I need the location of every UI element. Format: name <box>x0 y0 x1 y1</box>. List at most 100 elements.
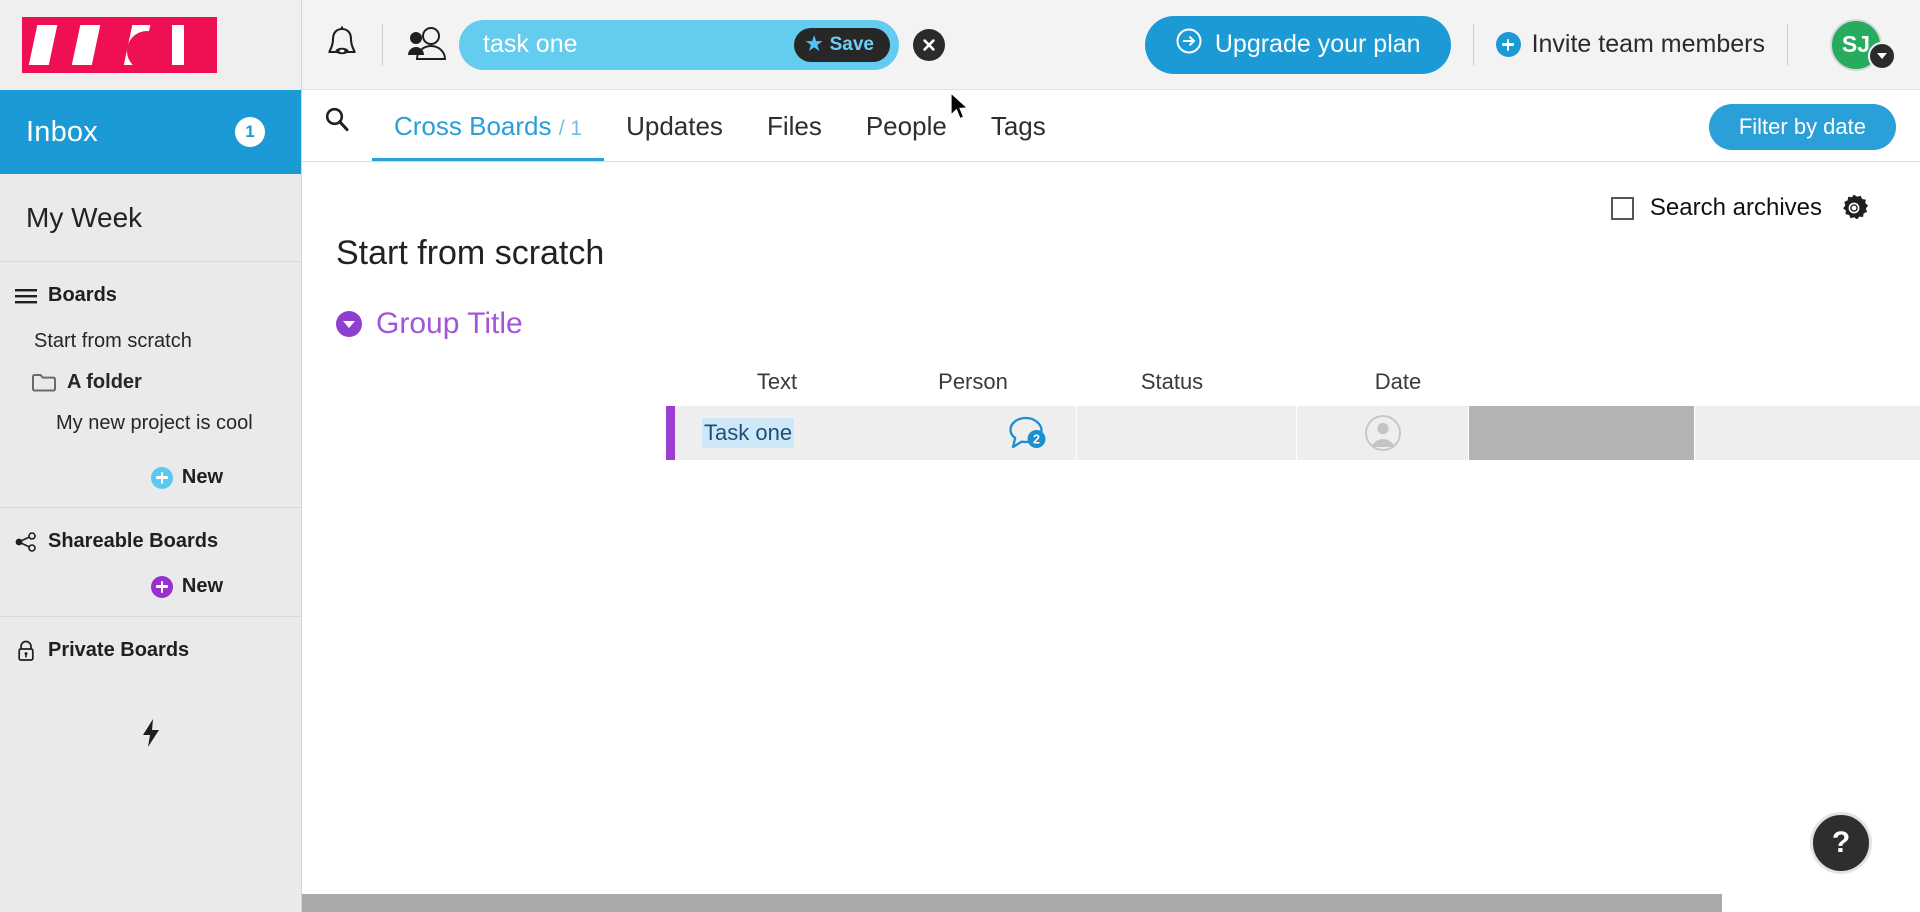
upgrade-plan-label: Upgrade your plan <box>1214 30 1421 58</box>
tab-cross-boards[interactable]: Cross Boards / 1 <box>372 111 605 161</box>
updates-count: 2 <box>1033 433 1040 447</box>
sidebar-section-private: Private Boards <box>0 617 301 771</box>
plus-circle-icon <box>150 575 173 598</box>
content-area: Search archives Start from scratch Group… <box>302 162 1920 912</box>
invite-team-members-button[interactable]: Invite team members <box>1495 30 1765 59</box>
top-bar: ★ Save Upgrade y <box>302 0 1920 90</box>
hamburger-icon <box>14 285 38 307</box>
tab-label: Updates <box>626 111 723 141</box>
help-button[interactable]: ? <box>1810 812 1872 874</box>
team-people-icon[interactable] <box>405 25 453 65</box>
logo-bar <box>0 0 301 90</box>
arrow-circle-right-icon <box>1175 27 1203 62</box>
folder-label: A folder <box>67 371 142 393</box>
shareable-section-header[interactable]: Shareable Boards <box>0 530 301 553</box>
updates-chat-icon[interactable]: 2 <box>1008 416 1048 450</box>
sidebar-item-inbox[interactable]: Inbox 1 <box>0 90 301 174</box>
folder-icon <box>32 372 56 394</box>
tab-label: People <box>865 111 947 141</box>
upgrade-plan-button[interactable]: Upgrade your plan <box>1144 15 1451 74</box>
lightning-bolt-icon <box>140 718 162 753</box>
boards-new-label: New <box>181 466 223 488</box>
search-icon[interactable] <box>302 90 372 161</box>
sidebar-board-my-new-project[interactable]: My new project is cool <box>0 403 301 444</box>
boards-section-header[interactable]: Boards <box>0 284 301 307</box>
top-bar-divider-1 <box>382 23 383 66</box>
tab-bar: Cross Boards / 1 Updates Files People Ta… <box>302 90 1920 162</box>
app-root: Inbox 1 My Week Boards Start from scratc… <box>0 0 1920 912</box>
person-placeholder-icon <box>1364 414 1402 452</box>
sidebar-section-shareable: Shareable Boards New <box>0 508 301 617</box>
tab-label: Tags <box>990 111 1046 141</box>
board-label: Start from scratch <box>34 330 192 352</box>
boards-new-button[interactable]: New <box>0 466 301 489</box>
board-label: My new project is cool <box>56 412 253 434</box>
horizontal-scrollbar[interactable] <box>302 894 1920 912</box>
horizontal-scrollbar-thumb[interactable] <box>302 894 1722 912</box>
global-search-bar[interactable]: ★ Save <box>459 19 899 70</box>
sidebar-folder-a-folder[interactable]: A folder <box>0 362 301 403</box>
main-area: ★ Save Upgrade y <box>302 0 1920 912</box>
invite-label: Invite team members <box>1531 30 1765 58</box>
board-table: Text Person Status Date Task one 2 <box>302 355 1920 460</box>
user-menu[interactable]: SJ <box>1830 18 1896 71</box>
shareable-section-label: Shareable Boards <box>48 530 219 552</box>
filter-label: Filter by date <box>1738 114 1866 139</box>
gear-icon[interactable] <box>1838 192 1870 224</box>
private-section-label: Private Boards <box>48 639 190 661</box>
plus-circle-icon <box>1495 32 1521 57</box>
row-cell-person[interactable] <box>1296 406 1468 460</box>
table-header-row: Text Person Status Date <box>302 355 1920 395</box>
column-header-date[interactable]: Date <box>1285 369 1511 395</box>
sidebar-section-boards: Boards Start from scratch A folder My ne… <box>0 262 301 508</box>
shareable-new-button[interactable]: New <box>0 575 301 598</box>
automations-bolt-button[interactable] <box>0 676 301 753</box>
tab-updates[interactable]: Updates <box>604 111 745 161</box>
group-header: Group Title <box>302 273 1920 341</box>
sidebar-item-my-week[interactable]: My Week <box>0 174 301 262</box>
collapse-group-caret-icon[interactable] <box>336 311 362 337</box>
group-title[interactable]: Group Title <box>376 307 523 341</box>
tab-people[interactable]: People <box>844 111 969 161</box>
sidebar: Inbox 1 My Week Boards Start from scratc… <box>0 0 302 912</box>
save-search-button[interactable]: ★ Save <box>793 27 890 62</box>
search-input[interactable] <box>483 30 794 59</box>
filter-by-date-button[interactable]: Filter by date <box>1708 104 1896 150</box>
tab-label: Cross Boards <box>394 111 552 141</box>
inbox-label: Inbox <box>26 115 98 148</box>
star-icon: ★ <box>805 34 823 55</box>
sidebar-board-start-from-scratch[interactable]: Start from scratch <box>0 321 301 362</box>
notifications-bell-icon[interactable] <box>324 25 360 65</box>
column-header-status[interactable]: Status <box>1059 369 1285 395</box>
row-color-accent <box>666 406 675 460</box>
page-title: Start from scratch <box>336 234 605 272</box>
row-cell-date[interactable] <box>1694 406 1920 460</box>
table-row[interactable]: Task one 2 <box>302 406 1920 460</box>
task-name[interactable]: Task one <box>702 418 795 448</box>
top-bar-divider-3 <box>1787 23 1788 66</box>
row-cell-status[interactable] <box>1468 406 1694 460</box>
my-week-label: My Week <box>26 201 143 233</box>
plus-circle-icon <box>150 466 173 489</box>
share-icon <box>14 531 38 553</box>
column-header-text[interactable]: Text <box>667 369 887 395</box>
search-archives-label[interactable]: Search archives <box>1650 194 1822 222</box>
clear-search-close-icon[interactable] <box>913 28 945 61</box>
tab-label: Files <box>766 111 822 141</box>
row-cell-text[interactable] <box>1076 406 1296 460</box>
tab-tags[interactable]: Tags <box>969 111 1068 161</box>
tab-files[interactable]: Files <box>745 111 844 161</box>
column-header-person[interactable]: Person <box>887 369 1059 395</box>
search-archives-checkbox[interactable] <box>1610 196 1634 220</box>
top-bar-divider-2 <box>1472 23 1474 66</box>
archives-row: Search archives <box>302 162 1920 224</box>
boards-section-label: Boards <box>48 284 117 306</box>
tab-count: / 1 <box>558 117 583 140</box>
private-section-header[interactable]: Private Boards <box>0 639 301 662</box>
brand-logo-icon[interactable] <box>22 17 217 73</box>
save-label: Save <box>829 33 874 55</box>
row-title-cell[interactable]: Task one 2 <box>675 406 1076 460</box>
shareable-new-label: New <box>181 575 223 597</box>
chevron-down-icon[interactable] <box>1868 41 1896 70</box>
lock-icon <box>14 640 38 662</box>
